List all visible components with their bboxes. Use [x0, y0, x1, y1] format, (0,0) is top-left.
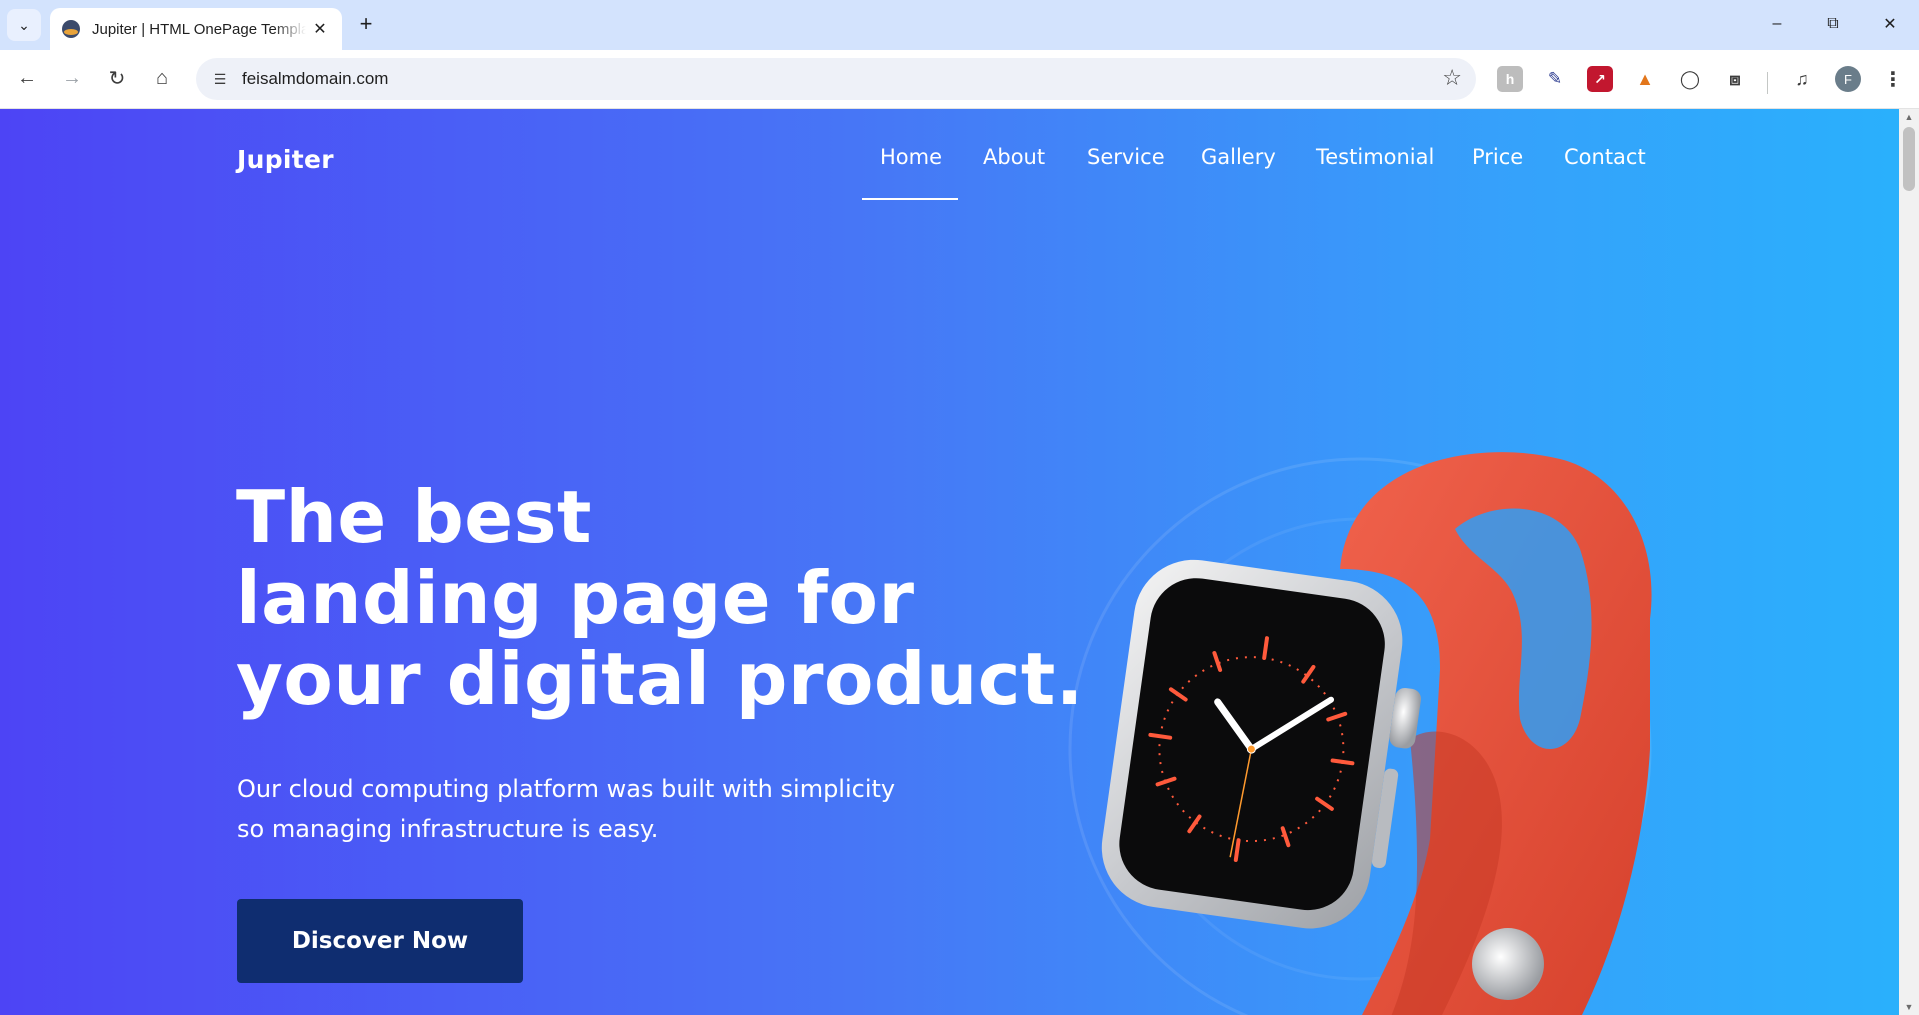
back-arrow-icon[interactable]: ←: [9, 60, 45, 96]
band-pin: [1472, 928, 1544, 1000]
hero-section: Jupiter Home About Service Gallery Testi…: [0, 109, 1899, 1015]
scroll-down-arrow-icon[interactable]: ▼: [1899, 999, 1919, 1015]
nav-gallery[interactable]: Gallery: [1201, 145, 1276, 169]
forward-arrow-icon[interactable]: →: [54, 60, 90, 96]
subtext-line: Our cloud computing platform was built w…: [237, 775, 896, 803]
nav-service[interactable]: Service: [1087, 145, 1165, 169]
home-icon[interactable]: ⌂: [144, 60, 180, 96]
extension-shield-icon[interactable]: ◯: [1677, 66, 1703, 92]
extension-red-icon[interactable]: ↗: [1587, 66, 1613, 92]
nav-price[interactable]: Price: [1472, 145, 1523, 169]
nav-contact[interactable]: Contact: [1564, 145, 1646, 169]
reload-icon[interactable]: ↻: [99, 60, 135, 96]
page-scrollbar[interactable]: ▲ ▼: [1899, 109, 1919, 1015]
toolbar-divider: [1767, 72, 1768, 94]
browser-tab[interactable]: Jupiter | HTML OnePage Template ✕: [50, 8, 342, 50]
new-tab-icon[interactable]: +: [352, 10, 380, 38]
smartwatch-illustration: [1068, 452, 1652, 1015]
media-controls-icon[interactable]: ♫: [1789, 66, 1815, 92]
site-settings-icon[interactable]: ☰: [210, 69, 230, 89]
tab-close-icon[interactable]: ✕: [310, 19, 330, 39]
headline-line: landing page for: [236, 556, 915, 640]
url-text[interactable]: feisalmdomain.com: [242, 69, 388, 89]
nav-about[interactable]: About: [983, 145, 1045, 169]
tab-title: Jupiter | HTML OnePage Template: [92, 20, 306, 38]
site-favicon-icon: [62, 20, 80, 38]
active-nav-underline: [862, 198, 958, 200]
close-window-icon[interactable]: ✕: [1870, 8, 1910, 40]
more-menu-icon[interactable]: ⋮: [1880, 66, 1906, 92]
minimize-icon[interactable]: –: [1757, 8, 1797, 40]
hand-pivot: [1246, 744, 1256, 754]
bookmark-star-icon[interactable]: ☆: [1442, 65, 1462, 91]
hero-subtext: Our cloud computing platform was built w…: [237, 769, 895, 849]
tab-strip: ⌄ Jupiter | HTML OnePage Template ✕ + – …: [0, 0, 1919, 50]
headline-line: your digital product.: [236, 637, 1084, 721]
site-logo[interactable]: Jupiter: [237, 145, 334, 174]
extensions-puzzle-icon[interactable]: ⧈: [1722, 66, 1748, 92]
browser-toolbar: ← → ↻ ⌂ ☰ feisalmdomain.com ☆ h ✎ ↗ ▲ ◯ …: [0, 50, 1919, 109]
nav-home[interactable]: Home: [880, 145, 942, 169]
scroll-thumb[interactable]: [1903, 127, 1915, 191]
nav-testimonial[interactable]: Testimonial: [1316, 145, 1434, 169]
discover-now-button[interactable]: Discover Now: [237, 899, 523, 983]
extension-edit-icon[interactable]: ✎: [1542, 66, 1568, 92]
scroll-up-arrow-icon[interactable]: ▲: [1899, 109, 1919, 125]
profile-avatar[interactable]: F: [1835, 66, 1861, 92]
extension-h-icon[interactable]: h: [1497, 66, 1523, 92]
page-viewport: Jupiter Home About Service Gallery Testi…: [0, 109, 1919, 1015]
metamask-fox-icon[interactable]: ▲: [1632, 66, 1658, 92]
hero-headline: The best landing page for your digital p…: [236, 477, 1084, 720]
headline-line: The best: [236, 475, 592, 559]
tab-search-chevron-icon[interactable]: ⌄: [7, 9, 41, 41]
subtext-line: so managing infrastructure is easy.: [237, 815, 659, 843]
address-bar[interactable]: ☰ feisalmdomain.com ☆: [196, 58, 1476, 100]
restore-icon[interactable]: ⧉: [1813, 8, 1853, 40]
